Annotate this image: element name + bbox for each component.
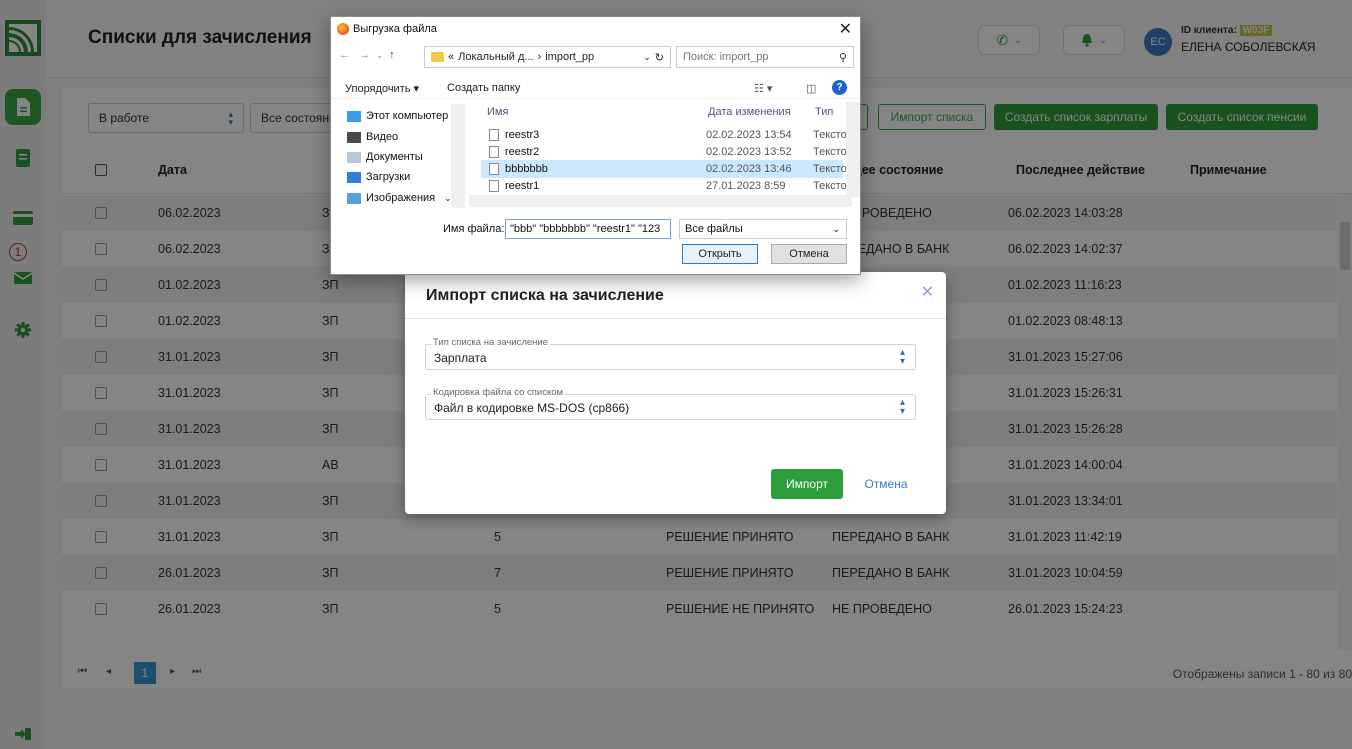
spinner-arrows-icon: ▴ ▾ xyxy=(899,397,905,417)
nav-item-label: Этот компьютер xyxy=(366,110,449,122)
text-file-icon xyxy=(489,146,499,158)
computer-icon xyxy=(347,110,361,122)
help-icon[interactable]: ? xyxy=(832,80,847,95)
path-root[interactable]: Локальный д... xyxy=(458,51,533,63)
file-name: reestr1 xyxy=(489,180,539,192)
organize-menu[interactable]: Упорядочить ▾ xyxy=(345,82,419,95)
navigation-pane: Этот компьютер Видео Документы Загрузки … xyxy=(331,102,469,212)
text-file-icon xyxy=(489,129,499,141)
documents-folder-icon xyxy=(347,151,361,163)
nav-item-label: Загрузки xyxy=(366,171,411,183)
path-prefix: « xyxy=(448,51,455,63)
list-type-select[interactable]: Тип списка на зачисление Зарплата ▴ ▾ xyxy=(425,337,916,370)
chevron-down-icon[interactable]: ⌄ xyxy=(376,51,383,60)
filename-input[interactable]: "bbb" "bbbbbbb" "reestr1" "123 xyxy=(505,219,671,239)
filename-value: "bbb" "bbbbbbb" "reestr1" "123 xyxy=(510,223,661,235)
folder-icon xyxy=(431,52,444,62)
up-arrow-icon[interactable]: ↑ xyxy=(389,49,395,61)
import-button[interactable]: Импорт xyxy=(771,469,843,499)
nav-item-documents[interactable]: Документы xyxy=(347,151,423,163)
firefox-icon xyxy=(337,23,349,35)
list-type-label: Тип списка на зачисление xyxy=(431,337,550,348)
nav-item-label: Видео xyxy=(366,131,399,143)
column-header-modified[interactable]: Дата изменения xyxy=(708,106,791,118)
filename-label: Имя файла: xyxy=(443,223,505,235)
search-input[interactable]: Поиск: import_pp ⚲ xyxy=(676,46,854,68)
open-button[interactable]: Открыть xyxy=(682,244,758,264)
search-icon: ⚲ xyxy=(838,51,847,64)
file-open-dialog: Выгрузка файла ✕ ← → ⌄ ↑ « Локальный д..… xyxy=(330,16,861,275)
chevron-down-icon: ⌄ xyxy=(832,223,840,234)
filter-value: Все файлы xyxy=(685,223,743,235)
encoding-label: Кодировка файла со списком xyxy=(431,387,566,398)
file-modified: 02.02.2023 13:46 xyxy=(706,163,792,175)
close-icon[interactable]: ✕ xyxy=(921,282,934,302)
file-modified: 02.02.2023 13:54 xyxy=(706,129,792,141)
file-list-horizontal-scrollbar[interactable] xyxy=(469,195,852,207)
nav-item-pictures[interactable]: Изображения ⌄ xyxy=(347,192,452,204)
file-item[interactable]: bbbbbbb 02.02.2023 13:46 Тексто xyxy=(481,160,847,178)
file-type: Тексто xyxy=(813,129,847,141)
file-name-text: reestr2 xyxy=(505,146,540,158)
path-current[interactable]: import_pp xyxy=(545,51,594,63)
file-name: bbbbbbb xyxy=(489,163,548,175)
file-name: reestr2 xyxy=(489,146,539,158)
nav-item-downloads[interactable]: Загрузки xyxy=(347,171,410,183)
nav-item-label: Документы xyxy=(366,151,423,163)
spinner-arrows-icon: ▴ ▾ xyxy=(899,347,905,367)
text-file-icon xyxy=(489,163,499,175)
file-item[interactable]: reestr1 27.01.2023 8:59 Тексто xyxy=(481,177,847,195)
cancel-button[interactable]: Отмена xyxy=(771,244,847,264)
encoding-value: Файл в кодировке MS-DOS (cp866) xyxy=(434,401,630,415)
search-placeholder: Поиск: import_pp xyxy=(683,51,769,63)
nav-buttons: ← → ⌄ ↑ xyxy=(339,49,395,61)
path-separator: › xyxy=(537,51,542,63)
file-name-text: reestr1 xyxy=(505,180,540,192)
file-item[interactable]: reestr2 02.02.2023 13:52 Тексто xyxy=(481,143,847,161)
file-dialog-title: Выгрузка файла xyxy=(353,23,437,35)
preview-pane-icon[interactable]: ◫ xyxy=(806,82,816,95)
column-header-type[interactable]: Тип xyxy=(815,106,833,118)
chevron-down-icon[interactable]: ⌄ xyxy=(643,52,651,63)
nav-item-label: Изображения xyxy=(366,192,436,204)
file-modified: 27.01.2023 8:59 xyxy=(706,180,786,192)
forward-arrow-icon[interactable]: → xyxy=(359,49,370,61)
close-icon[interactable]: ✕ xyxy=(839,19,852,39)
refresh-icon[interactable]: ↻ xyxy=(655,51,664,64)
address-bar[interactable]: « Локальный д... › import_pp ⌄ ↻ xyxy=(424,46,671,68)
nav-item-this-pc[interactable]: Этот компьютер xyxy=(347,110,448,122)
file-list-vertical-scrollbar[interactable] xyxy=(846,102,860,197)
file-type: Тексто xyxy=(813,163,847,175)
file-name-text: reestr3 xyxy=(505,129,540,141)
video-folder-icon xyxy=(347,131,361,143)
view-options-icon[interactable]: ☷ ▾ xyxy=(754,82,772,95)
file-name: reestr3 xyxy=(489,129,539,141)
file-dialog-toolbar: Упорядочить ▾ Создать папку ☷ ▾ ◫ ? xyxy=(331,77,860,99)
file-type-filter-select[interactable]: Все файлы ⌄ xyxy=(679,219,847,239)
file-type: Тексто xyxy=(813,146,847,158)
dialog-title: Импорт списка на зачисление xyxy=(426,287,664,304)
encoding-select[interactable]: Кодировка файла со списком Файл в кодиро… xyxy=(425,387,916,420)
divider xyxy=(405,318,946,319)
new-folder-button[interactable]: Создать папку xyxy=(447,82,520,94)
pictures-folder-icon xyxy=(347,192,361,204)
file-name-text: bbbbbbb xyxy=(505,163,548,175)
nav-pane-scrollbar[interactable] xyxy=(451,104,465,208)
cancel-button[interactable]: Отмена xyxy=(855,469,917,499)
nav-item-video[interactable]: Видео xyxy=(347,131,398,143)
column-header-name[interactable]: Имя xyxy=(487,106,508,118)
import-list-dialog: Импорт списка на зачисление ✕ Тип списка… xyxy=(405,272,946,514)
file-type: Тексто xyxy=(813,180,847,192)
file-item[interactable]: reestr3 02.02.2023 13:54 Тексто xyxy=(481,126,847,144)
download-arrow-icon xyxy=(347,171,361,183)
back-arrow-icon[interactable]: ← xyxy=(339,49,350,61)
list-type-value: Зарплата xyxy=(434,351,487,365)
text-file-icon xyxy=(489,180,499,192)
file-modified: 02.02.2023 13:52 xyxy=(706,146,792,158)
